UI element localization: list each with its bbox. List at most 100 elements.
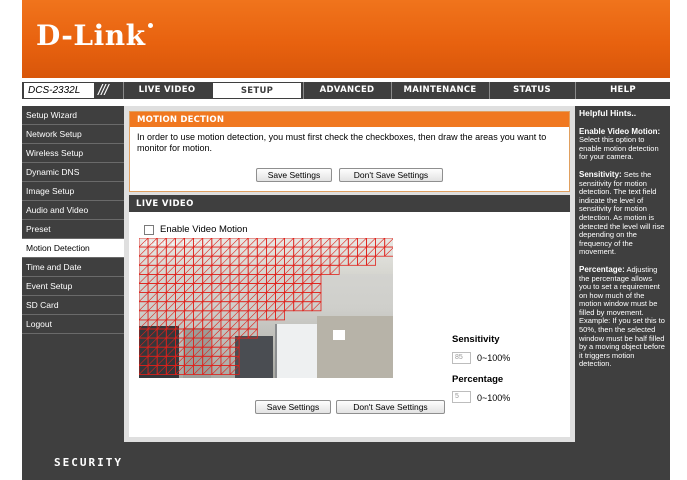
grid-cell-diagonal — [329, 255, 340, 266]
grid-cell-diagonal — [156, 246, 167, 257]
grid-cell-diagonal — [247, 319, 258, 330]
save-settings-button-bottom[interactable]: Save Settings — [255, 400, 331, 414]
grid-cell-diagonal — [311, 274, 322, 284]
grid-cell-diagonal — [247, 310, 258, 321]
tab-advanced[interactable]: ADVANCED — [304, 82, 390, 99]
grid-cell-diagonal — [238, 255, 249, 266]
grid-cell-diagonal — [384, 238, 393, 248]
grid-cell-diagonal — [229, 238, 240, 248]
help-text: Adjusting the percentage allows you to s… — [579, 264, 665, 369]
grid-cell-diagonal — [193, 274, 203, 284]
grid-cell-diagonal — [147, 238, 158, 248]
sidebar-item-event-setup[interactable]: Event Setup — [22, 277, 124, 296]
sidebar-item-wireless-setup[interactable]: Wireless Setup — [22, 144, 124, 163]
grid-cell-diagonal — [220, 328, 231, 339]
grid-cell-diagonal — [139, 310, 149, 321]
top-nav: DCS-2332L /// LIVE VIDEO SETUP ADVANCED … — [22, 82, 670, 99]
grid-cell-diagonal — [266, 292, 276, 302]
grid-cell-diagonal — [229, 246, 240, 257]
sidebar-item-time-date[interactable]: Time and Date — [22, 258, 124, 277]
percentage-input[interactable]: 5 — [452, 391, 471, 403]
grid-cell-diagonal — [220, 301, 231, 312]
tab-help[interactable]: HELP — [576, 82, 670, 99]
motion-grid-overlay[interactable] — [139, 238, 393, 378]
grid-cell-diagonal — [257, 246, 267, 257]
grid-cell-diagonal — [384, 247, 393, 257]
grid-cell-diagonal — [293, 255, 304, 266]
motion-detection-panel: MOTION DECTION In order to use motion de… — [129, 111, 570, 192]
grid-cell-diagonal — [238, 274, 249, 284]
grid-cell-diagonal — [302, 255, 313, 266]
percentage-label: Percentage — [452, 374, 504, 385]
grid-cell-diagonal — [284, 255, 294, 266]
sensitivity-input[interactable]: 85 — [452, 352, 471, 364]
grid-cell-diagonal — [229, 283, 240, 293]
sidebar-item-motion-detection[interactable]: Motion Detection — [22, 239, 124, 258]
grid-cell-diagonal — [293, 246, 304, 257]
grid-cell-diagonal — [257, 274, 267, 284]
grid-cell-diagonal — [238, 238, 249, 248]
grid-cell-diagonal — [229, 310, 240, 321]
tab-setup[interactable]: SETUP — [212, 82, 302, 99]
grid-cell-diagonal — [266, 283, 276, 293]
grid-cell-diagonal — [156, 274, 167, 284]
grid-cell-diagonal — [229, 255, 240, 266]
grid-cell-diagonal — [184, 283, 194, 293]
grid-cell-diagonal — [211, 346, 222, 357]
grid-cell-diagonal — [311, 265, 322, 275]
grid-cell-diagonal — [156, 319, 167, 330]
grid-cell-diagonal — [156, 301, 167, 312]
grid-cell-diagonal — [247, 283, 258, 293]
grid-cell-diagonal — [139, 301, 149, 312]
dont-save-settings-button-top[interactable]: Don't Save Settings — [339, 168, 443, 182]
sidebar-item-logout[interactable]: Logout — [22, 315, 124, 334]
grid-cell-diagonal — [293, 292, 304, 302]
grid-cell-diagonal — [229, 337, 240, 348]
grid-cell-diagonal — [139, 246, 149, 257]
sidebar-item-preset[interactable]: Preset — [22, 220, 124, 239]
sidebar-item-image-setup[interactable]: Image Setup — [22, 182, 124, 201]
grid-cell-diagonal — [284, 246, 294, 257]
grid-cell-diagonal — [348, 246, 358, 257]
sidebar-item-setup-wizard[interactable]: Setup Wizard — [22, 106, 124, 125]
tab-live-video[interactable]: LIVE VIDEO — [124, 82, 210, 99]
save-settings-button-top[interactable]: Save Settings — [256, 168, 332, 182]
motion-detection-video-grid[interactable]: 2012-10-12 13:57:21 — [139, 238, 393, 378]
grid-cell-diagonal — [139, 328, 149, 339]
grid-cell-diagonal — [139, 356, 149, 366]
grid-cell-diagonal — [211, 265, 222, 275]
grid-cell-diagonal — [338, 238, 349, 248]
grid-cell-diagonal — [366, 238, 376, 248]
grid-cell-diagonal — [193, 265, 203, 275]
grid-cell-diagonal — [166, 265, 176, 275]
grid-cell-diagonal — [275, 255, 285, 266]
help-text: Select this option to enable motion dete… — [579, 135, 659, 162]
grid-cell-diagonal — [375, 246, 385, 257]
dont-save-settings-button-bottom[interactable]: Don't Save Settings — [336, 400, 445, 414]
grid-cell-diagonal — [139, 337, 149, 348]
grid-cell-diagonal — [175, 356, 185, 366]
grid-cell-diagonal — [202, 346, 213, 357]
grid-cell-diagonal — [211, 310, 222, 321]
grid-cell-diagonal — [338, 255, 349, 266]
tab-status[interactable]: STATUS — [490, 82, 574, 99]
grid-cell-diagonal — [229, 346, 240, 357]
sidebar-item-audio-video[interactable]: Audio and Video — [22, 201, 124, 220]
grid-cell-diagonal — [147, 246, 158, 257]
sidebar-item-network-setup[interactable]: Network Setup — [22, 125, 124, 144]
grid-cell-diagonal — [184, 356, 194, 366]
grid-cell-diagonal — [220, 319, 231, 330]
sidebar-item-dynamic-dns[interactable]: Dynamic DNS — [22, 163, 124, 182]
grid-cell-diagonal — [147, 274, 158, 284]
help-text: Sets the sensitivity for motion detectio… — [579, 169, 665, 257]
tab-maintenance[interactable]: MAINTENANCE — [392, 82, 488, 99]
grid-cell-diagonal — [257, 292, 267, 302]
sidebar-item-sd-card[interactable]: SD Card — [22, 296, 124, 315]
grid-cell-diagonal — [175, 337, 185, 348]
grid-cell-diagonal — [266, 246, 276, 257]
grid-cell-diagonal — [166, 238, 176, 248]
grid-cell-diagonal — [147, 265, 158, 275]
grid-cell-diagonal — [202, 274, 213, 284]
enable-video-motion-checkbox[interactable] — [144, 225, 154, 235]
grid-cell-diagonal — [348, 255, 358, 266]
